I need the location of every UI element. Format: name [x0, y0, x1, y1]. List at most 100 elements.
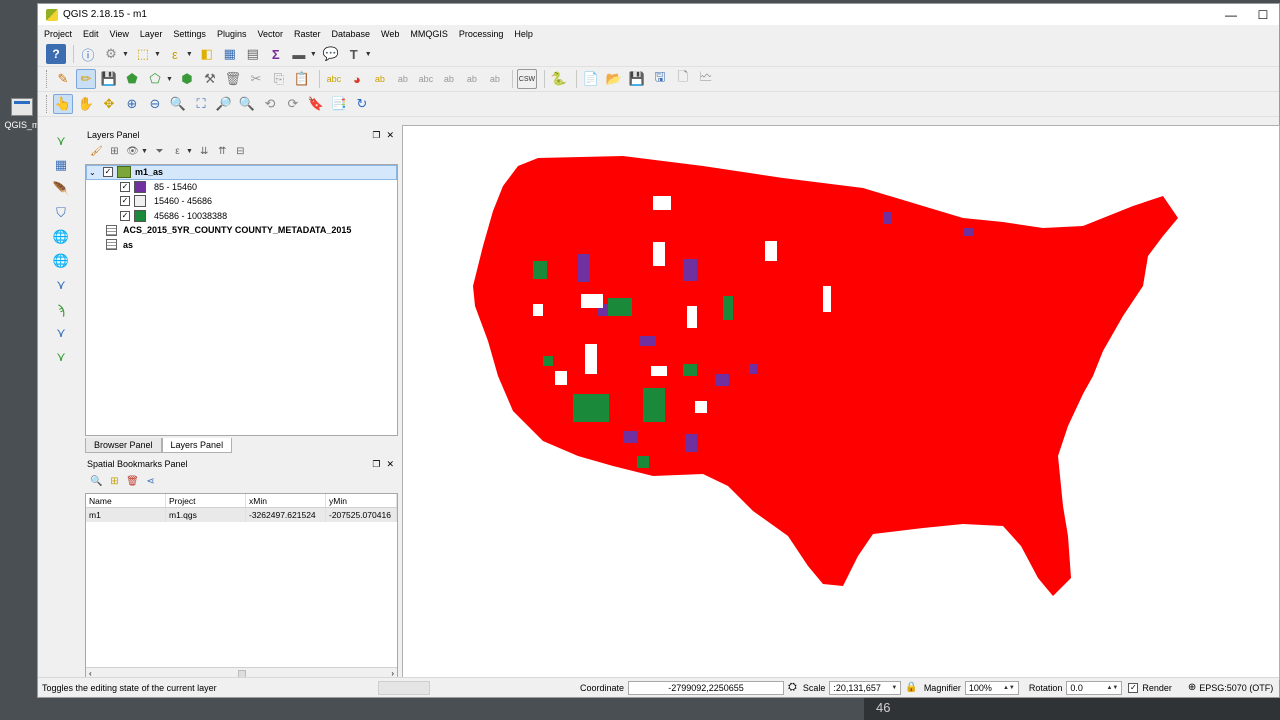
- zoom-full-icon[interactable]: ⛶: [191, 94, 211, 114]
- new-print-composer-icon[interactable]: 🗋: [673, 69, 693, 89]
- layer-visibility-checkbox[interactable]: ✓: [103, 167, 113, 178]
- chevron-down-icon[interactable]: ▼: [365, 51, 372, 58]
- add-vector-layer-icon[interactable]: ⋎: [50, 131, 72, 151]
- legend-item-checkbox[interactable]: ✓: [120, 210, 130, 221]
- legend-item-checkbox[interactable]: ✓: [120, 196, 130, 207]
- share-bookmark-icon[interactable]: ⋖: [143, 474, 158, 489]
- spinner-icon[interactable]: ▲▼: [1000, 685, 1015, 691]
- copy-features-icon[interactable]: ⎘: [269, 69, 289, 89]
- select-features-icon[interactable]: ⬚: [133, 44, 153, 64]
- chevron-down-icon[interactable]: ▼: [186, 148, 193, 155]
- measure-icon[interactable]: ▬: [289, 44, 309, 64]
- attribute-table-icon[interactable]: ▦: [220, 44, 240, 64]
- lock-scale-icon[interactable]: 🔒: [905, 682, 917, 693]
- save-as-icon[interactable]: 🖫: [650, 69, 670, 89]
- magnifier-field[interactable]: 100% ▲▼: [964, 680, 1019, 695]
- chevron-down-icon[interactable]: ⌄: [89, 168, 103, 177]
- menu-raster[interactable]: Raster: [294, 29, 321, 39]
- menu-database[interactable]: Database: [332, 29, 371, 39]
- text-annotation-icon[interactable]: T: [344, 44, 364, 64]
- zoom-to-layer-icon[interactable]: 🔍: [237, 94, 257, 114]
- statistics-icon[interactable]: Σ: [266, 44, 286, 64]
- add-group-icon[interactable]: ⊞: [107, 144, 122, 159]
- chevron-down-icon[interactable]: ▼: [141, 148, 148, 155]
- current-edits-icon[interactable]: ✎: [53, 69, 73, 89]
- python-console-icon[interactable]: 🐍: [549, 69, 569, 89]
- move-label-icon[interactable]: abc: [416, 69, 436, 89]
- rotate-label-icon[interactable]: ab: [439, 69, 459, 89]
- legend-item[interactable]: ✓ 15460 - 45686: [86, 194, 397, 209]
- open-project-icon[interactable]: 📂: [604, 69, 624, 89]
- layer-row[interactable]: ⌄ ✓ m1_as: [86, 165, 397, 180]
- legend-item-checkbox[interactable]: ✓: [120, 181, 130, 192]
- spinner-icon[interactable]: ▲▼: [1103, 685, 1118, 691]
- add-polygon-icon[interactable]: ⬟: [122, 69, 142, 89]
- label-properties-icon[interactable]: ab: [485, 69, 505, 89]
- close-icon[interactable]: ✕: [386, 130, 394, 141]
- cut-features-icon[interactable]: ✂: [246, 69, 266, 89]
- float-panel-icon[interactable]: ❐: [372, 130, 380, 141]
- zoom-in-icon[interactable]: ⊕: [122, 94, 142, 114]
- layer-row[interactable]: as: [86, 238, 397, 253]
- zoom-out-icon[interactable]: ⊖: [145, 94, 165, 114]
- identify-icon[interactable]: ⓘ: [78, 44, 98, 64]
- pan-to-selection-icon[interactable]: ✥: [99, 94, 119, 114]
- column-header-xmin[interactable]: xMin: [246, 494, 326, 507]
- change-label-icon[interactable]: ab: [462, 69, 482, 89]
- deselect-icon[interactable]: ◧: [197, 44, 217, 64]
- zoom-last-icon[interactable]: ⟲: [260, 94, 280, 114]
- zoom-to-bookmark-icon[interactable]: 🔍: [89, 474, 104, 489]
- delete-bookmark-icon[interactable]: 🗑: [125, 474, 140, 489]
- add-spatialite-layer-icon[interactable]: 🪶: [50, 179, 72, 199]
- menu-settings[interactable]: Settings: [173, 29, 206, 39]
- add-wcs-layer-icon[interactable]: 🌐: [50, 251, 72, 271]
- chevron-down-icon[interactable]: ▼: [310, 51, 317, 58]
- pan-map-icon[interactable]: ✋: [76, 94, 96, 114]
- save-edits-icon[interactable]: 💾: [99, 69, 119, 89]
- layer-styling-icon[interactable]: 🖌: [89, 144, 104, 159]
- close-icon[interactable]: ✕: [386, 459, 394, 470]
- rotation-field[interactable]: 0.0 ▲▼: [1066, 680, 1123, 695]
- legend-item[interactable]: ✓ 45686 - 10038388: [86, 209, 397, 224]
- help-icon[interactable]: ?: [46, 44, 66, 64]
- add-wms-layer-icon[interactable]: 🌐: [50, 227, 72, 247]
- manage-themes-icon[interactable]: 👁: [125, 144, 140, 159]
- desktop-shortcut[interactable]: QGIS_m: [2, 98, 42, 130]
- field-calculator-icon[interactable]: ▤: [243, 44, 263, 64]
- add-delimited-text-icon[interactable]: ϡ: [50, 299, 72, 319]
- chevron-down-icon[interactable]: ▼: [186, 51, 193, 58]
- layer-row[interactable]: ACS_2015_5YR_COUNTY COUNTY_METADATA_2015: [86, 223, 397, 238]
- menu-project[interactable]: Project: [44, 29, 72, 39]
- tab-browser-panel[interactable]: Browser Panel: [85, 438, 162, 453]
- column-header-name[interactable]: Name: [86, 494, 166, 507]
- menu-vector[interactable]: Vector: [257, 29, 283, 39]
- new-shapefile-icon[interactable]: ⋎: [50, 347, 72, 367]
- column-header-project[interactable]: Project: [166, 494, 246, 507]
- menu-layer[interactable]: Layer: [140, 29, 163, 39]
- run-action-icon[interactable]: ⚙: [101, 44, 121, 64]
- tab-layers-panel[interactable]: Layers Panel: [161, 438, 233, 453]
- menu-edit[interactable]: Edit: [83, 29, 99, 39]
- filter-expression-icon[interactable]: ε: [170, 144, 185, 159]
- filter-legend-icon[interactable]: ⏷: [152, 144, 167, 159]
- menu-plugins[interactable]: Plugins: [217, 29, 247, 39]
- paste-features-icon[interactable]: 📋: [292, 69, 312, 89]
- touch-zoom-pan-icon[interactable]: 👆: [53, 94, 73, 114]
- move-feature-icon[interactable]: ⬢: [177, 69, 197, 89]
- table-row[interactable]: m1 m1.qgs -3262497.621524 -207525.070416: [86, 508, 397, 522]
- menu-help[interactable]: Help: [514, 29, 533, 39]
- show-labels-icon[interactable]: ab: [393, 69, 413, 89]
- save-project-icon[interactable]: 💾: [627, 69, 647, 89]
- menu-view[interactable]: View: [110, 29, 129, 39]
- node-tool-icon[interactable]: ⚒: [200, 69, 220, 89]
- menu-mmqgis[interactable]: MMQGIS: [410, 29, 448, 39]
- refresh-icon[interactable]: ↻: [352, 94, 372, 114]
- column-header-ymin[interactable]: yMin: [326, 494, 397, 507]
- crs-icon[interactable]: ⊕: [1188, 682, 1196, 693]
- menu-processing[interactable]: Processing: [459, 29, 504, 39]
- show-bookmarks-icon[interactable]: 📑: [329, 94, 349, 114]
- add-virtual-layer-icon[interactable]: ⋎: [50, 323, 72, 343]
- toggle-editing-icon[interactable]: ✏: [76, 69, 96, 89]
- menu-web[interactable]: Web: [381, 29, 399, 39]
- add-feature-icon[interactable]: ⬠: [145, 69, 165, 89]
